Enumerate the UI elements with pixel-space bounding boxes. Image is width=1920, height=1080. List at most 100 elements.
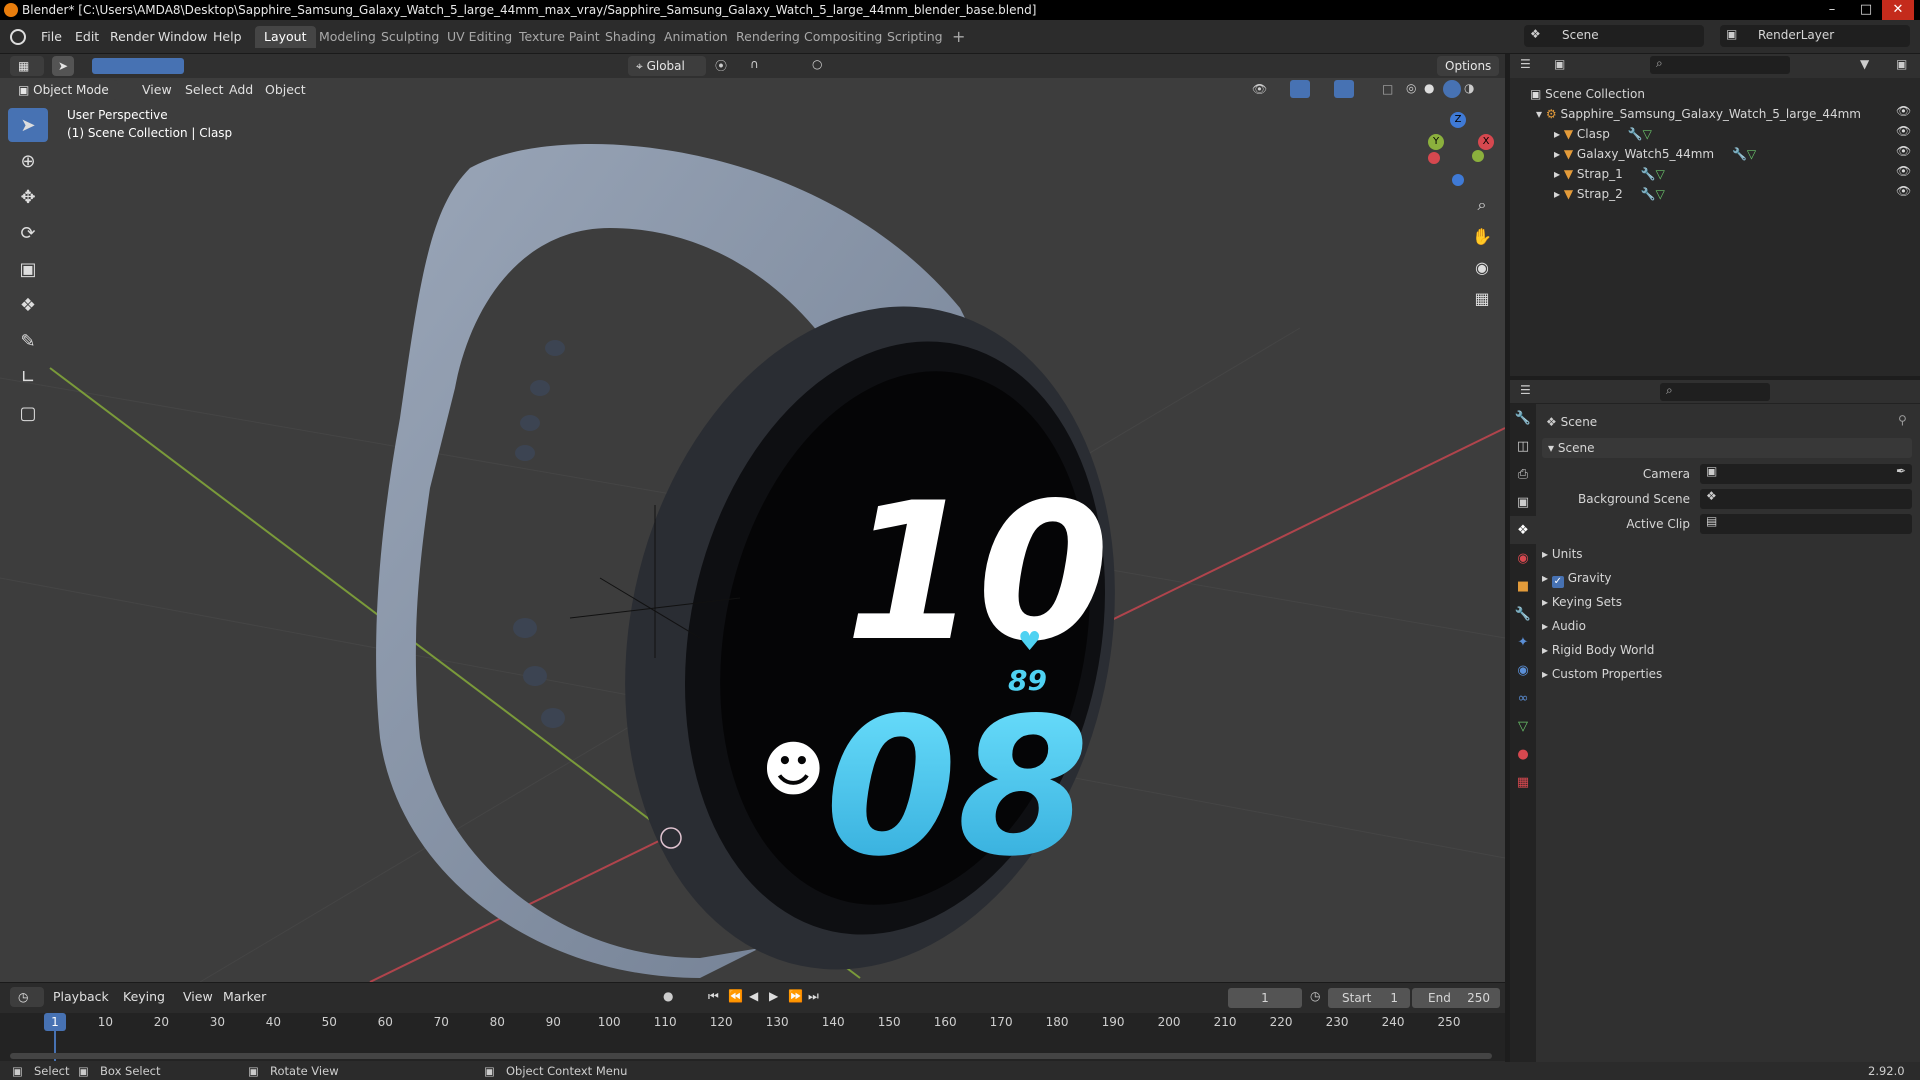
scale-tool-icon[interactable]: ▣ xyxy=(8,252,48,286)
annotate-tool-icon[interactable]: ✎ xyxy=(8,324,48,358)
tab-texture-paint[interactable]: Texture Paint xyxy=(510,26,609,48)
gravity-checkbox[interactable]: ✓ xyxy=(1551,576,1564,588)
rigid-body-world-panel-header[interactable]: ▸ Rigid Body World xyxy=(1542,640,1654,660)
tab-sculpting[interactable]: Sculpting xyxy=(372,26,448,48)
scene-properties-icon[interactable]: ❖ xyxy=(1510,516,1536,544)
timeline-menu-keying[interactable]: Keying xyxy=(116,987,172,1007)
active-clip-field[interactable]: ▤ xyxy=(1700,514,1912,534)
ortho-grid-icon[interactable]: ▦ xyxy=(1467,283,1497,313)
y-axis-gizmo[interactable]: Y xyxy=(1428,134,1444,150)
menu-edit[interactable]: Edit xyxy=(68,27,106,47)
mesh-data-properties-icon[interactable]: ▽ xyxy=(1510,712,1536,740)
select-tool-icon[interactable]: ➤ xyxy=(52,56,74,76)
select-box-tool-icon[interactable]: ➤ xyxy=(8,108,48,142)
filter-icon[interactable]: ▼ xyxy=(1860,57,1869,71)
properties-editor-icon[interactable]: ☰ xyxy=(1520,383,1531,397)
timeline-editor-icon[interactable]: ◷ xyxy=(10,987,44,1007)
jump-end-icon[interactable]: ⏭ xyxy=(808,989,819,1004)
tab-compositing[interactable]: Compositing xyxy=(795,26,891,48)
rotate-tool-icon[interactable]: ⟳ xyxy=(8,216,48,250)
minimize-button[interactable]: – xyxy=(1816,0,1848,20)
material-shading-icon[interactable] xyxy=(1443,80,1461,98)
new-collection-icon[interactable]: ▣ xyxy=(1896,57,1907,71)
object-properties-icon[interactable]: ■ xyxy=(1510,572,1536,600)
tab-uv-editing[interactable]: UV Editing xyxy=(438,26,521,48)
outliner-collection-row[interactable]: ▾ ⚙ Sapphire_Samsung_Galaxy_Watch_5_larg… xyxy=(1536,104,1916,124)
editor-type-icon[interactable]: ▦ xyxy=(10,56,44,76)
record-icon[interactable]: ● xyxy=(663,989,673,1003)
visibility-eye-icon[interactable]: 👁 xyxy=(1896,184,1911,198)
visibility-eye-icon[interactable]: 👁 xyxy=(1896,164,1911,178)
end-frame-field[interactable]: End 250 xyxy=(1412,988,1500,1008)
gizmo-toggle-icon[interactable] xyxy=(1290,80,1310,98)
particle-properties-icon[interactable]: ✦ xyxy=(1510,628,1536,656)
options-dropdown[interactable]: Options xyxy=(1437,56,1500,76)
menu-file[interactable]: File xyxy=(34,27,69,47)
3d-viewport[interactable]: 10 08 89 ♥ ☻ User Perspective (1) Scene … xyxy=(0,78,1505,982)
next-keyframe-icon[interactable]: ⏩ xyxy=(788,989,803,1003)
tab-layout[interactable]: Layout xyxy=(255,26,316,48)
frame-ruler[interactable]: 10 20 30 40 50 60 70 80 90 100 110 120 130 140 150 160 1… xyxy=(0,1013,1505,1061)
xray-icon[interactable]: □ xyxy=(1382,82,1393,96)
scene-panel-header[interactable]: ▾ Scene xyxy=(1542,438,1912,458)
outliner-object-strap-1[interactable]: ▸ ▼ Strap_1 🔧▽ xyxy=(1554,164,1914,184)
playhead[interactable]: 1 xyxy=(44,1013,66,1031)
z-axis-gizmo[interactable]: Z xyxy=(1450,112,1466,128)
pivot-icon[interactable]: ⦿ xyxy=(715,57,727,74)
camera-field[interactable]: ▣ ✒ xyxy=(1700,464,1912,484)
start-frame-field[interactable]: Start 1 xyxy=(1328,988,1410,1008)
navigation-gizmo[interactable]: Z X Y xyxy=(1418,112,1498,192)
background-scene-field[interactable]: ❖ xyxy=(1700,489,1912,509)
play-icon[interactable]: ▶ xyxy=(769,989,778,1003)
neg-y-gizmo[interactable] xyxy=(1472,150,1484,162)
audio-panel-header[interactable]: ▸ Audio xyxy=(1542,616,1586,636)
outliner-scene-collection[interactable]: ▣ Scene Collection xyxy=(1530,84,1645,104)
eyedropper-icon[interactable]: ✒ xyxy=(1896,464,1906,478)
outliner-object-galaxy-watch[interactable]: ▸ ▼ Galaxy_Watch5_44mm 🔧▽ xyxy=(1554,144,1914,164)
pan-hand-icon[interactable]: ✋ xyxy=(1467,221,1497,251)
physics-properties-icon[interactable]: ◉ xyxy=(1510,656,1536,684)
x-axis-gizmo[interactable]: X xyxy=(1478,134,1494,150)
render-layer-selector[interactable]: ▣ RenderLayer xyxy=(1720,25,1910,47)
timeline-menu-marker[interactable]: Marker xyxy=(216,987,273,1007)
outliner-object-clasp[interactable]: ▸ ▼ Clasp 🔧▽ xyxy=(1554,124,1914,144)
snap-icon[interactable]: ∩ xyxy=(750,57,759,71)
world-properties-icon[interactable]: ◉ xyxy=(1510,544,1536,572)
overlay-toggle-icon[interactable] xyxy=(1334,80,1354,98)
tab-animation[interactable]: Animation xyxy=(655,26,737,48)
menu-help[interactable]: Help xyxy=(206,27,249,47)
timeline-menu-playback[interactable]: Playback xyxy=(46,987,116,1007)
current-frame-field[interactable]: 1 xyxy=(1228,988,1302,1008)
pin-icon[interactable]: ⚲ xyxy=(1898,413,1907,427)
custom-properties-panel-header[interactable]: ▸ Custom Properties xyxy=(1542,664,1662,684)
viewport-menu-object[interactable]: Object xyxy=(258,80,313,100)
maximize-button[interactable]: □ xyxy=(1850,0,1882,20)
jump-start-icon[interactable]: ⏮ xyxy=(708,989,719,1004)
preview-range-icon[interactable]: ◷ xyxy=(1310,989,1320,1003)
close-button[interactable]: ✕ xyxy=(1882,0,1914,20)
select-mode-icons[interactable] xyxy=(92,58,184,74)
render-properties-icon[interactable]: ◫ xyxy=(1510,432,1536,460)
prev-keyframe-icon[interactable]: ⏪ xyxy=(728,989,743,1003)
display-mode-icon[interactable]: ▣ xyxy=(1554,57,1565,71)
outliner-object-strap-2[interactable]: ▸ ▼ Strap_2 🔧▽ xyxy=(1554,184,1914,204)
keying-sets-panel-header[interactable]: ▸ Keying Sets xyxy=(1542,592,1622,612)
units-panel-header[interactable]: ▸ Units xyxy=(1542,544,1583,564)
view-layer-icon[interactable]: ▣ xyxy=(1510,488,1536,516)
add-cube-tool-icon[interactable]: ▢ xyxy=(8,396,48,430)
tool-settings-icon[interactable]: 🔧 xyxy=(1510,404,1536,432)
scene-selector[interactable]: ❖ Scene xyxy=(1524,25,1704,47)
menu-window[interactable]: Window xyxy=(151,27,214,47)
material-properties-icon[interactable]: ● xyxy=(1510,740,1536,768)
solid-shading-icon[interactable]: ● xyxy=(1424,81,1434,95)
visibility-eye-icon[interactable]: 👁 xyxy=(1896,144,1911,158)
zoom-icon[interactable]: ⌕ xyxy=(1467,190,1497,220)
timeline-scrollbar[interactable] xyxy=(10,1053,1492,1059)
camera-view-icon[interactable]: ◉ xyxy=(1467,252,1497,282)
move-tool-icon[interactable]: ✥ xyxy=(8,180,48,214)
cursor-tool-icon[interactable]: ⊕ xyxy=(8,144,48,178)
viewport-menu-view[interactable]: View xyxy=(135,80,179,100)
proportional-edit-icon[interactable]: ○ xyxy=(812,57,822,71)
visibility-icon[interactable]: 👁 xyxy=(1252,82,1267,96)
tab-scripting[interactable]: Scripting xyxy=(878,26,952,48)
